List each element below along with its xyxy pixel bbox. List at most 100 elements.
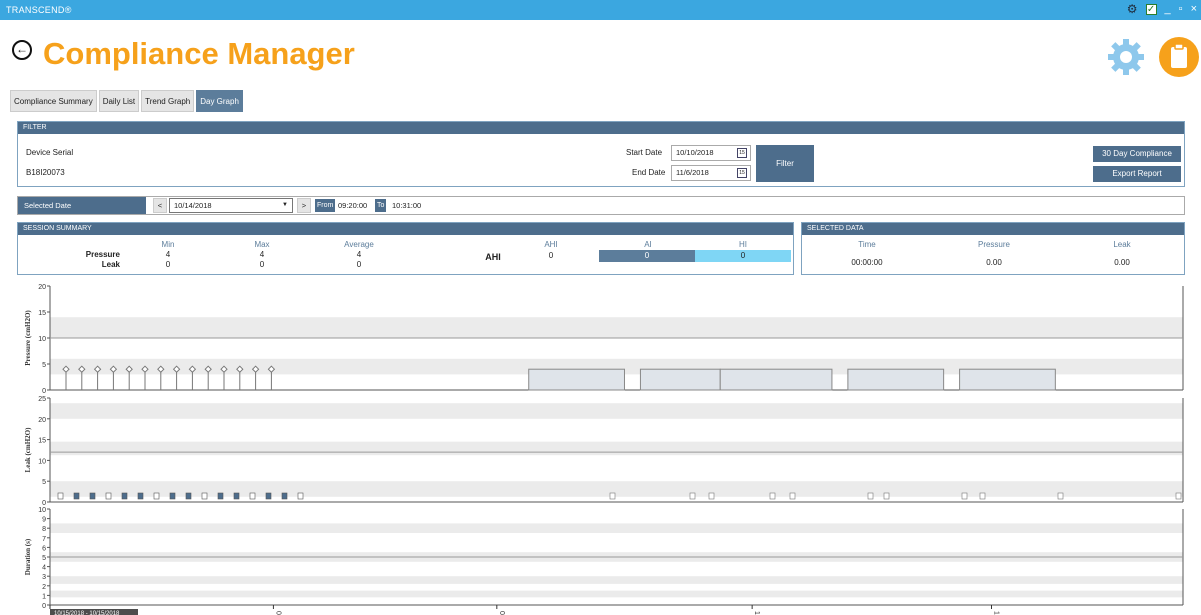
- col-ahi-header: AHI: [544, 240, 558, 249]
- leak-marker: [105, 492, 112, 500]
- leak-max: 0: [259, 260, 265, 269]
- tab-trend-graph[interactable]: Trend Graph: [141, 90, 195, 112]
- start-date-field[interactable]: 10/10/2018 15: [671, 145, 751, 161]
- y-tick-label: 5: [42, 479, 46, 486]
- grid-band: [50, 441, 1183, 456]
- previous-date-button[interactable]: <: [153, 198, 167, 213]
- leak-marker: [883, 492, 890, 500]
- calendar-icon[interactable]: 15: [737, 168, 747, 178]
- chevron-down-icon: ▼: [282, 202, 288, 208]
- y-tick-label: 6: [42, 545, 46, 552]
- hi-bar: 0: [695, 250, 791, 262]
- clipboard-icon[interactable]: [1159, 37, 1199, 77]
- title-bar: TRANSCEND® ⚙ ✓ _ ▫ ×: [0, 0, 1201, 20]
- day-graph-charts[interactable]: 20151050Pressure (cmH2O)2520151050Leak (…: [0, 280, 1201, 615]
- to-time[interactable]: 10:31:00: [392, 199, 421, 212]
- start-date-label: Start Date: [626, 148, 663, 157]
- tab-compliance-summary[interactable]: Compliance Summary: [10, 90, 97, 112]
- close-button[interactable]: ×: [1191, 3, 1197, 15]
- col-leak-header: Leak: [1113, 240, 1131, 249]
- to-label: To: [375, 199, 387, 212]
- device-serial-value: B18I20073: [26, 168, 65, 177]
- leak-marker: [89, 492, 96, 500]
- pressure-row-label: Pressure: [85, 250, 120, 259]
- grid-band: [50, 590, 1183, 598]
- range-label: 10/15/2018 - 10/15/2018: [54, 611, 120, 615]
- leak-marker: [708, 492, 715, 500]
- y-tick-label: 15: [38, 438, 46, 445]
- leak-marker: [979, 492, 986, 500]
- y-tick-label: 25: [38, 396, 46, 403]
- thirty-day-compliance-button[interactable]: 30 Day Compliance: [1093, 146, 1181, 162]
- app-name: TRANSCEND®: [6, 5, 72, 15]
- leak-marker: [169, 492, 176, 500]
- settings-gear-icon[interactable]: ⚙: [1127, 2, 1138, 16]
- x-tick-label: 09:34: [274, 611, 281, 615]
- y-tick-label: 10: [38, 458, 46, 465]
- next-date-button[interactable]: >: [297, 198, 311, 213]
- y-tick-label: 5: [42, 555, 46, 562]
- selected-data-heading: SELECTED DATA: [802, 223, 1184, 235]
- date-selector-bar: Selected Date < 10/14/2018 ▼ > From 09:2…: [17, 196, 1185, 215]
- ai-bar: 0: [599, 250, 695, 262]
- calendar-icon[interactable]: 15: [737, 148, 747, 158]
- y-axis-label: Duration (s): [24, 538, 32, 575]
- leak-marker: [217, 492, 224, 500]
- export-report-button[interactable]: Export Report: [1093, 166, 1181, 182]
- pressure-block: [528, 368, 625, 391]
- leak-marker: [185, 492, 192, 500]
- end-date-value: 11/6/2018: [676, 168, 709, 177]
- leak-marker: [689, 492, 696, 500]
- header: ← Compliance Manager: [0, 20, 1201, 90]
- y-tick-label: 15: [38, 310, 46, 317]
- grid-band: [50, 523, 1183, 533]
- y-tick-label: 10: [38, 507, 46, 514]
- pressure-max: 4: [259, 250, 265, 259]
- pressure-average: 4: [356, 250, 362, 259]
- pressure-block: [959, 368, 1056, 391]
- selected-time: 00:00:00: [851, 258, 883, 267]
- y-tick-label: 7: [42, 536, 46, 543]
- tab-daily-list[interactable]: Daily List: [98, 90, 140, 112]
- y-tick-label: 9: [42, 517, 46, 524]
- y-tick-label: 0: [42, 603, 46, 610]
- leak-marker: [265, 492, 272, 500]
- leak-marker: [281, 492, 288, 500]
- col-pressure-header: Pressure: [977, 240, 1010, 249]
- selected-data-panel: SELECTED DATA Time Pressure Leak 00:00:0…: [801, 222, 1185, 275]
- y-tick-label: 3: [42, 574, 46, 581]
- end-date-field[interactable]: 11/6/2018 15: [671, 165, 751, 181]
- leak-marker: [137, 492, 144, 500]
- y-tick-label: 1: [42, 593, 46, 600]
- y-tick-label: 20: [38, 417, 46, 424]
- col-max-header: Max: [254, 240, 270, 249]
- col-hi-header: HI: [739, 240, 747, 249]
- y-tick-label: 20: [38, 284, 46, 291]
- selected-date-label: Selected Date: [18, 197, 146, 214]
- settings-icon[interactable]: [1106, 37, 1146, 77]
- from-time[interactable]: 09:20:00: [338, 199, 367, 212]
- y-tick-label: 4: [42, 565, 46, 572]
- y-tick-label: 5: [42, 362, 46, 369]
- end-date-label: End Date: [632, 168, 666, 177]
- selected-pressure: 0.00: [986, 258, 1002, 267]
- pressure-block: [719, 368, 833, 391]
- ahi-row-label: AHI: [485, 252, 501, 262]
- restore-button[interactable]: ▫: [1179, 3, 1183, 15]
- grid-band: [50, 317, 1183, 338]
- minimize-button[interactable]: _: [1165, 3, 1171, 15]
- selected-leak: 0.00: [1114, 258, 1130, 267]
- y-tick-label: 8: [42, 526, 46, 533]
- selected-date-dropdown[interactable]: 10/14/2018 ▼: [169, 198, 293, 213]
- x-tick-label: 10:19: [993, 611, 1000, 615]
- filter-button[interactable]: Filter: [756, 145, 814, 182]
- checklist-icon[interactable]: ✓: [1145, 3, 1157, 15]
- tab-day-graph[interactable]: Day Graph: [196, 90, 243, 112]
- start-date-value: 10/10/2018: [676, 148, 714, 157]
- back-arrow-icon[interactable]: ←: [12, 40, 32, 60]
- y-tick-label: 10: [38, 336, 46, 343]
- session-summary-panel: SESSION SUMMARY Min Max Average Pressure…: [17, 222, 794, 275]
- y-tick-label: 2: [42, 584, 46, 591]
- leak-min: 0: [165, 260, 171, 269]
- leak-marker: [961, 492, 968, 500]
